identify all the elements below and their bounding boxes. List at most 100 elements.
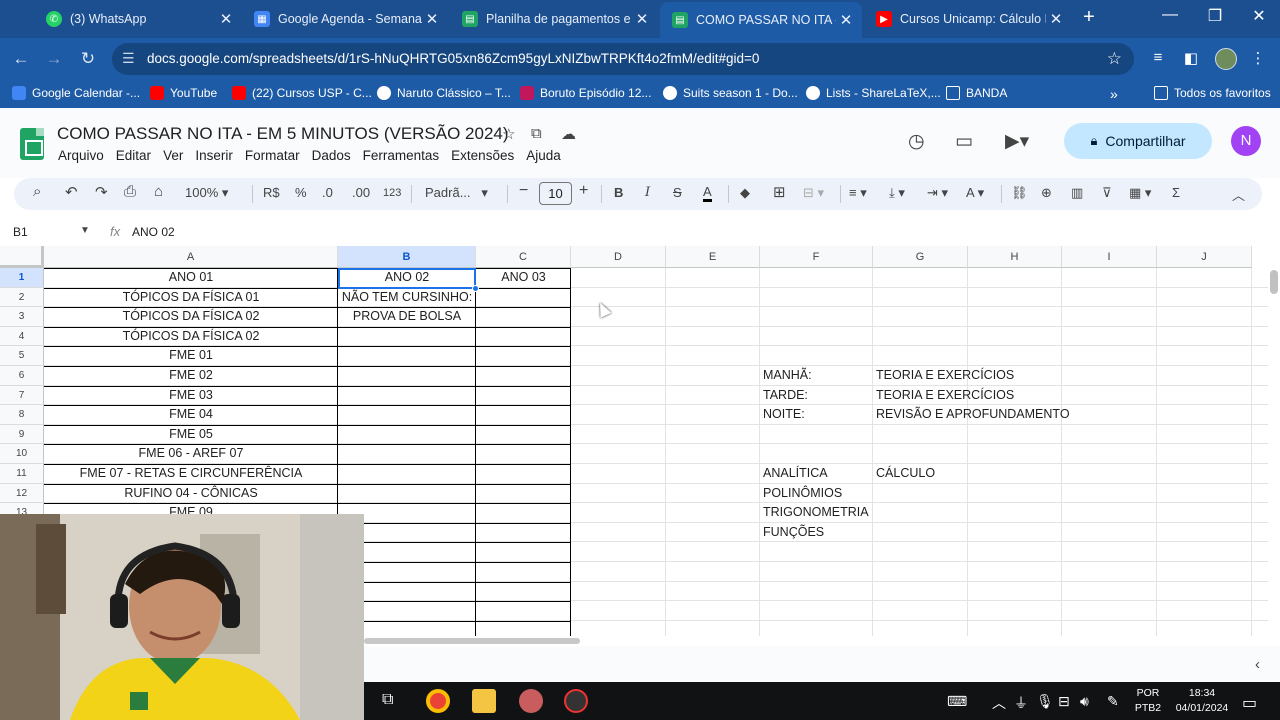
bookmark-suits[interactable]: Suits season 1 - Do... bbox=[663, 86, 798, 100]
paint-app-icon[interactable] bbox=[519, 689, 543, 713]
decrease-font-size-button[interactable]: − bbox=[519, 182, 528, 200]
close-icon[interactable]: ✕ bbox=[422, 10, 442, 28]
row-header[interactable]: 7 bbox=[0, 385, 44, 406]
row-header[interactable]: 10 bbox=[0, 444, 44, 464]
tab-como-passar-no-ita[interactable]: ▤ COMO PASSAR NO ITA - EM 5 ✕ bbox=[660, 2, 862, 38]
close-window-button[interactable]: ✕ bbox=[1246, 6, 1272, 32]
cell-b3[interactable]: PROVA DE BOLSA bbox=[338, 307, 476, 326]
close-icon[interactable]: ✕ bbox=[632, 10, 652, 28]
italic-icon[interactable]: I bbox=[645, 185, 650, 200]
notifications-icon[interactable]: ▭ bbox=[1242, 693, 1257, 713]
font-family-select[interactable]: Padrã... ▾ bbox=[425, 185, 488, 201]
cell-f8[interactable]: NOITE: bbox=[763, 405, 873, 424]
cell-a11[interactable]: FME 07 - RETAS E CIRCUNFERÊNCIA bbox=[44, 464, 338, 483]
cell-g7[interactable]: TEORIA E EXERCÍCIOS bbox=[876, 386, 1176, 405]
row-header[interactable]: 6 bbox=[0, 366, 44, 386]
column-header-d[interactable]: D bbox=[571, 246, 666, 268]
cell-a8[interactable]: FME 04 bbox=[44, 405, 338, 424]
account-avatar[interactable]: N bbox=[1231, 126, 1261, 156]
obs-recorder-icon[interactable] bbox=[564, 689, 588, 713]
functions-icon[interactable]: Σ bbox=[1172, 185, 1180, 200]
tab-whatsapp[interactable]: ✆ (3) WhatsApp ✕ bbox=[34, 4, 242, 34]
menu-dados[interactable]: Dados bbox=[306, 148, 357, 163]
cell-f7[interactable]: TARDE: bbox=[763, 386, 873, 405]
cell-f13[interactable]: TRIGONOMETRIA bbox=[763, 503, 873, 522]
filter-icon[interactable]: ⊽ bbox=[1102, 185, 1112, 201]
column-header-j[interactable]: J bbox=[1157, 246, 1252, 268]
bookmark-youtube[interactable]: YouTube bbox=[150, 86, 217, 100]
cell-a10[interactable]: FME 06 - AREF 07 bbox=[44, 444, 338, 463]
cell-a7[interactable]: FME 03 bbox=[44, 386, 338, 405]
select-all-corner[interactable] bbox=[0, 246, 44, 268]
column-header-h[interactable]: H bbox=[968, 246, 1062, 268]
cell-a1[interactable]: ANO 01 bbox=[44, 268, 338, 287]
cell-f14[interactable]: FUNÇÕES bbox=[763, 523, 873, 542]
cell-a9[interactable]: FME 05 bbox=[44, 425, 338, 444]
close-icon[interactable]: ✕ bbox=[1046, 10, 1066, 28]
merge-cells-icon[interactable]: ⊟ ▾ bbox=[803, 185, 824, 201]
column-header-e[interactable]: E bbox=[666, 246, 760, 268]
vertical-align-icon[interactable]: ⤓ ▾ bbox=[889, 185, 905, 201]
paint-format-icon[interactable]: ⌂ bbox=[154, 183, 163, 200]
forward-button[interactable]: → bbox=[42, 47, 66, 71]
sheets-logo-icon[interactable] bbox=[20, 128, 44, 160]
insert-chart-icon[interactable]: ▥ bbox=[1071, 185, 1083, 201]
tab-planilha-pagamentos[interactable]: ▤ Planilha de pagamentos e ap ✕ bbox=[450, 4, 658, 34]
bold-icon[interactable]: B bbox=[614, 185, 623, 200]
close-icon[interactable]: ✕ bbox=[216, 10, 236, 28]
row-header[interactable]: 11 bbox=[0, 464, 44, 484]
bookmark-naruto[interactable]: Naruto Clássico – T... bbox=[377, 86, 511, 100]
cell-f6[interactable]: MANHÃ: bbox=[763, 366, 873, 385]
cell-g6[interactable]: TEORIA E EXERCÍCIOS bbox=[876, 366, 1176, 385]
menu-arquivo[interactable]: Arquivo bbox=[52, 148, 110, 163]
row-header[interactable]: 4 bbox=[0, 326, 44, 347]
menu-ver[interactable]: Ver bbox=[157, 148, 189, 163]
back-button[interactable]: ← bbox=[9, 47, 33, 71]
borders-icon[interactable]: ⊞ bbox=[773, 183, 786, 201]
chrome-icon[interactable] bbox=[426, 689, 450, 713]
print-icon[interactable]: ⎙ bbox=[124, 183, 136, 200]
column-header-a[interactable]: A bbox=[44, 246, 338, 268]
all-bookmarks-folder[interactable]: Todos os favoritos bbox=[1154, 86, 1271, 100]
network-icon[interactable]: ⊟ bbox=[1058, 693, 1070, 710]
cell-b2[interactable]: NÃO TEM CURSINHO: bbox=[338, 288, 476, 307]
version-history-icon[interactable]: ◷ bbox=[908, 130, 925, 153]
profile-avatar[interactable] bbox=[1215, 48, 1237, 70]
filter-views-icon[interactable]: ▦ ▾ bbox=[1129, 185, 1151, 201]
column-header-f[interactable]: F bbox=[760, 246, 873, 268]
address-bar[interactable]: ☰ docs.google.com/spreadsheets/d/1rS-hNu… bbox=[112, 43, 1134, 75]
language-indicator[interactable]: POR PTB2 bbox=[1130, 687, 1166, 714]
insert-link-icon[interactable]: ⛓ bbox=[1011, 185, 1028, 201]
microphone-icon[interactable]: 🎙︎ bbox=[1036, 693, 1054, 710]
text-wrapping-icon[interactable]: ⇥ ▾ bbox=[927, 185, 948, 201]
more-menu-icon[interactable]: ⋮ bbox=[1247, 49, 1269, 71]
cell-g11[interactable]: CÁLCULO bbox=[876, 464, 1176, 483]
column-header-g[interactable]: G bbox=[873, 246, 968, 268]
bookmark-star-icon[interactable]: ☆ bbox=[1107, 49, 1122, 69]
site-info-icon[interactable]: ☰ bbox=[122, 50, 135, 67]
tab-cursos-unicamp[interactable]: ▶ Cursos Unicamp: Cálculo I - ✕ bbox=[864, 4, 1072, 34]
cell-a6[interactable]: FME 02 bbox=[44, 366, 338, 385]
share-button[interactable]: 🔒︎ Compartilhar bbox=[1064, 123, 1212, 159]
column-header-b[interactable]: B bbox=[338, 246, 476, 268]
increase-decimals-button[interactable]: .00 bbox=[352, 185, 370, 200]
horizontal-scrollbar[interactable] bbox=[364, 638, 580, 644]
move-folder-icon[interactable]: ⧉ bbox=[531, 125, 542, 142]
row-header[interactable]: 5 bbox=[0, 346, 44, 366]
strikethrough-icon[interactable]: S bbox=[673, 185, 682, 200]
fill-color-icon[interactable]: ◆ bbox=[740, 185, 750, 201]
cloud-saved-icon[interactable]: ☁ bbox=[561, 125, 576, 143]
redo-icon[interactable]: ↷ bbox=[95, 183, 108, 201]
decrease-decimals-button[interactable]: .0 bbox=[322, 185, 333, 200]
cell-a4[interactable]: TÓPICOS DA FÍSICA 02 bbox=[44, 327, 338, 346]
pen-icon[interactable]: ✎ bbox=[1107, 693, 1119, 710]
cell-a2[interactable]: TÓPICOS DA FÍSICA 01 bbox=[44, 288, 338, 307]
increase-font-size-button[interactable]: + bbox=[579, 182, 588, 200]
restore-button[interactable]: ❐ bbox=[1202, 6, 1228, 32]
minimize-button[interactable]: — bbox=[1157, 6, 1183, 32]
more-bookmarks-chevron-icon[interactable]: » bbox=[1110, 86, 1118, 102]
cell-f11[interactable]: ANALÍTICA bbox=[763, 464, 873, 483]
bookmark-boruto[interactable]: Boruto Episódio 12... bbox=[520, 86, 651, 100]
cell-a3[interactable]: TÓPICOS DA FÍSICA 02 bbox=[44, 307, 338, 326]
bookmark-folder-banda[interactable]: BANDA bbox=[946, 86, 1007, 100]
